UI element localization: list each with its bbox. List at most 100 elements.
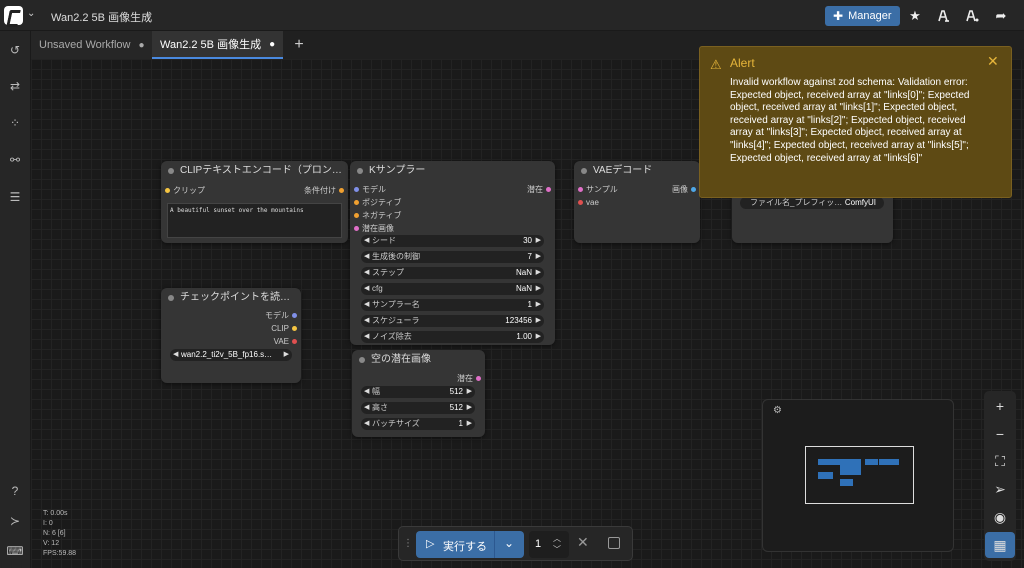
widget-denoise[interactable]: ◀ ノイズ除去 1.00 ▶ [361, 331, 544, 343]
minimap-viewport[interactable] [805, 446, 914, 504]
node-empty-latent-image[interactable]: 空の潜在画像 潜在 ◀ 幅 512 ▶ ◀ 高さ 512 ▶ ◀ バッチサイズ 1 ▶ [352, 350, 485, 437]
decrement-arrow-icon[interactable]: ◀ [364, 283, 369, 295]
pin[interactable] [546, 187, 551, 193]
node-ksampler[interactable]: Kサンプラー モデル ポジティブ ネガティブ 潜在画像 潜在 ◀ シード 30 ▶ ◀… [350, 161, 555, 345]
zoom-in-icon[interactable]: + [985, 393, 1015, 419]
widget-steps[interactable]: ◀ ステップ NaN ▶ [361, 267, 544, 279]
widget-cfg[interactable]: ◀ cfg NaN ▶ [361, 283, 544, 295]
widget-batch-size[interactable]: ◀ バッチサイズ 1 ▶ [361, 418, 475, 430]
node-title[interactable]: CLIPテキストエンコード（プロン… [161, 161, 348, 181]
decrement-arrow-icon[interactable]: ◀ [173, 349, 178, 361]
output-slot-model[interactable]: モデル [265, 311, 297, 321]
decrement-arrow-icon[interactable]: ◀ [364, 251, 369, 263]
widget-scheduler[interactable]: ◀ スケジューラ 123456 ▶ [361, 315, 544, 327]
input-slot-negative[interactable]: ネガティブ [354, 211, 402, 221]
comfyui-logo-icon[interactable] [4, 6, 23, 25]
history-icon[interactable]: ↺ [4, 39, 26, 61]
workflow-menu-chevron-icon[interactable]: ⌄ [144, 9, 152, 20]
tab-unsaved-workflow[interactable]: Unsaved Workflow ● [31, 31, 152, 59]
input-slot-vae[interactable]: vae [578, 198, 599, 208]
pin[interactable] [691, 187, 696, 193]
increment-arrow-icon[interactable]: ▶ [536, 267, 541, 279]
pin[interactable] [292, 313, 297, 319]
output-slot-latent[interactable]: 潜在 [457, 374, 481, 384]
input-slot-samples[interactable]: サンプル [578, 185, 618, 195]
increment-arrow-icon[interactable]: ▶ [536, 283, 541, 295]
pin[interactable] [354, 187, 359, 193]
prompt-textarea[interactable]: A beautiful sunset over the mountains [167, 203, 342, 238]
tab-wan22-workflow[interactable]: Wan2.2 5B 画像生成 ● [152, 31, 283, 59]
share-icon[interactable]: ➦ [990, 6, 1012, 26]
input-slot-positive[interactable]: ポジティブ [354, 198, 402, 208]
minimap[interactable]: ⚙ [762, 399, 954, 552]
pin[interactable] [292, 339, 297, 345]
select-mode-icon[interactable]: ➢ [985, 476, 1015, 502]
output-slot-vae[interactable]: VAE [274, 337, 297, 347]
node-vae-decode[interactable]: VAEデコード サンプル vae 画像 [574, 161, 700, 243]
close-icon[interactable]: ✕ [987, 53, 999, 70]
model-library-icon[interactable] [961, 6, 983, 26]
star-icon[interactable]: ★ [904, 6, 926, 26]
increment-arrow-icon[interactable]: ▶ [536, 235, 541, 247]
pin[interactable] [165, 188, 170, 194]
decrement-arrow-icon[interactable]: ◀ [364, 331, 369, 343]
cancel-icon[interactable]: ✕ [577, 534, 589, 551]
widget-width[interactable]: ◀ 幅 512 ▶ [361, 386, 475, 398]
help-icon[interactable]: ? [4, 480, 26, 502]
pin[interactable] [578, 187, 583, 193]
new-tab-plus-icon[interactable]: + [289, 35, 309, 55]
widget-height[interactable]: ◀ 高さ 512 ▶ [361, 402, 475, 414]
nodes-library-icon[interactable]: ⁘ [4, 112, 26, 134]
widget-control-after-generate[interactable]: ◀ 生成後の制御 7 ▶ [361, 251, 544, 263]
decrement-arrow-icon[interactable]: ◀ [364, 315, 369, 327]
manager-button[interactable]: ✚ Manager [825, 6, 900, 26]
pin[interactable] [354, 200, 359, 206]
output-slot-clip[interactable]: CLIP [271, 324, 297, 334]
minimap-toggle-icon[interactable]: ▦ [985, 532, 1015, 558]
increment-arrow-icon[interactable]: ▶ [536, 331, 541, 343]
decrement-arrow-icon[interactable]: ◀ [364, 299, 369, 311]
decrement-arrow-icon[interactable]: ◀ [364, 402, 369, 414]
input-slot-latent[interactable]: 潜在画像 [354, 224, 394, 234]
node-title[interactable]: VAEデコード [574, 161, 700, 181]
increment-arrow-icon[interactable]: ▶ [536, 315, 541, 327]
decrement-arrow-icon[interactable]: ◀ [364, 235, 369, 247]
widget-sampler-name[interactable]: ◀ サンプラー名 1 ▶ [361, 299, 544, 311]
widget-seed[interactable]: ◀ シード 30 ▶ [361, 235, 544, 247]
increment-arrow-icon[interactable]: ▶ [536, 251, 541, 263]
chevron-down-icon[interactable]: ﹀ [553, 544, 561, 555]
zoom-out-icon[interactable]: − [985, 421, 1015, 447]
settings-sliders-icon[interactable]: ⚙ [773, 405, 782, 416]
decrement-arrow-icon[interactable]: ◀ [364, 267, 369, 279]
clear-queue-icon[interactable] [608, 537, 620, 549]
terminal-icon[interactable]: ≻ [4, 510, 26, 532]
increment-arrow-icon[interactable]: ▶ [467, 386, 472, 398]
run-button[interactable]: ▷ 実行する ⌄ [416, 531, 524, 558]
visibility-icon[interactable]: ◉ [985, 504, 1015, 530]
node-title[interactable]: Kサンプラー [350, 161, 555, 181]
increment-arrow-icon[interactable]: ▶ [536, 299, 541, 311]
decrement-arrow-icon[interactable]: ◀ [364, 418, 369, 430]
input-slot-model[interactable]: モデル [354, 185, 386, 195]
node-title[interactable]: 空の潜在画像 [352, 350, 485, 370]
widget-filename-prefix[interactable]: ファイル名_プレフィッ… ComfyUI [740, 197, 884, 209]
chevron-up-icon[interactable]: ︿ [553, 533, 561, 544]
pin[interactable] [578, 200, 583, 206]
menu-chevron-down-icon[interactable]: ⌄ [27, 8, 35, 19]
output-slot-latent[interactable]: 潜在 [527, 185, 551, 195]
pin[interactable] [476, 376, 481, 382]
pin[interactable] [292, 326, 297, 332]
fit-view-icon[interactable]: ⛶ [985, 448, 1015, 474]
node-load-checkpoint[interactable]: チェックポイントを読… モデル CLIP VAE ◀ wan2.2_ti2v_5B… [161, 288, 301, 383]
widget-ckpt-name[interactable]: ◀ wan2.2_ti2v_5B_fp16.s… ▶ [170, 349, 292, 361]
queue-icon[interactable]: ⇄ [4, 75, 26, 97]
workflow-title[interactable]: Wan2.2 5B 画像生成 [51, 9, 152, 25]
keyboard-icon[interactable]: ⌨ [4, 540, 26, 562]
input-slot-clip[interactable]: クリップ [165, 186, 205, 196]
increment-arrow-icon[interactable]: ▶ [467, 402, 472, 414]
model-library-icon[interactable]: ⚯ [4, 149, 26, 171]
templates-icon[interactable]: ☰ [4, 186, 26, 208]
pin[interactable] [339, 188, 344, 194]
pin[interactable] [354, 213, 359, 219]
pin[interactable] [354, 226, 359, 232]
